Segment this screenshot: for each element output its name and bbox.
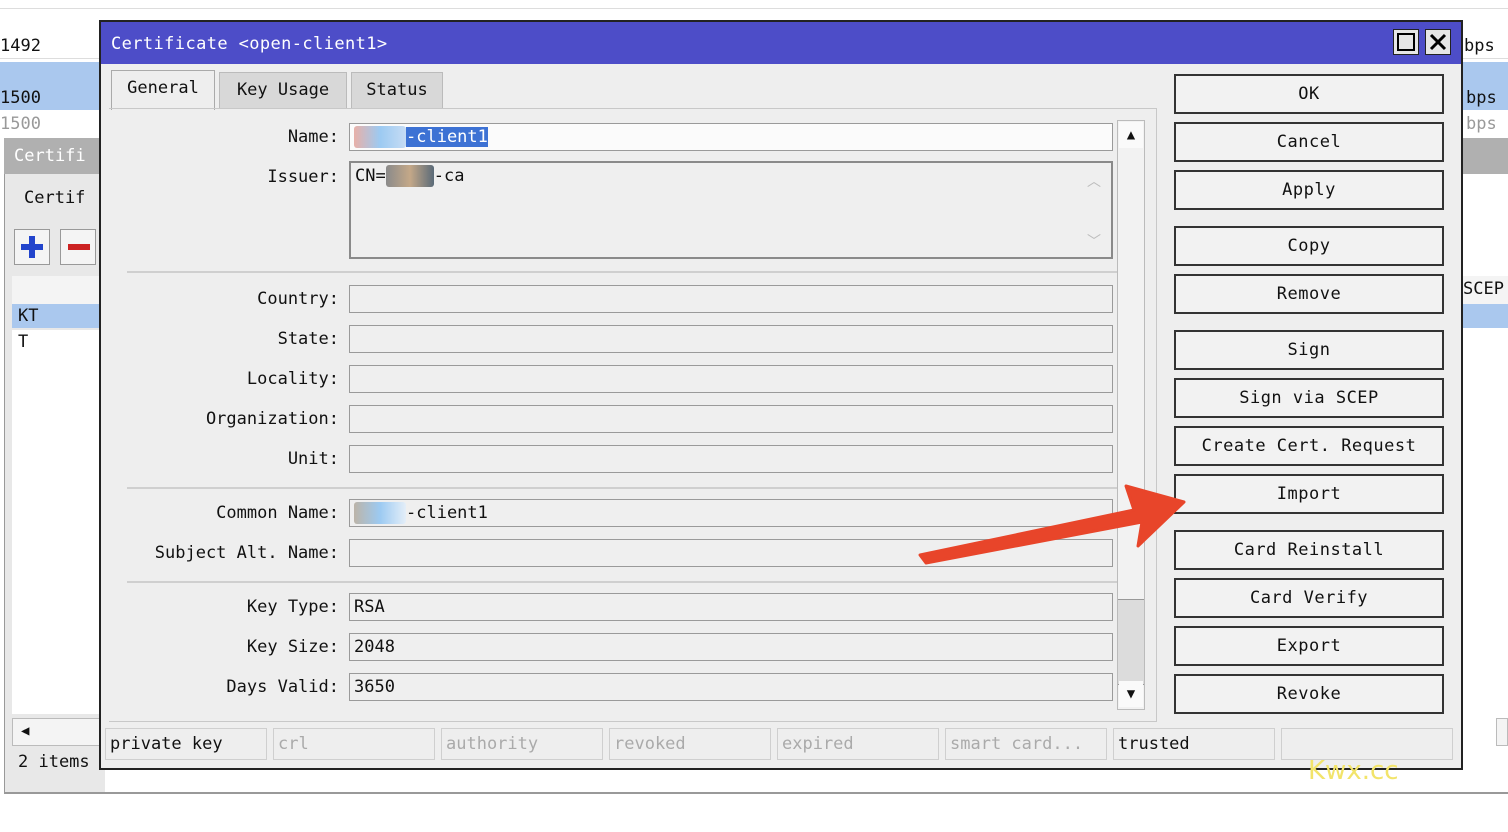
annotation-arrow <box>918 484 1186 565</box>
watermark: Kwx.cc <box>1308 756 1399 786</box>
